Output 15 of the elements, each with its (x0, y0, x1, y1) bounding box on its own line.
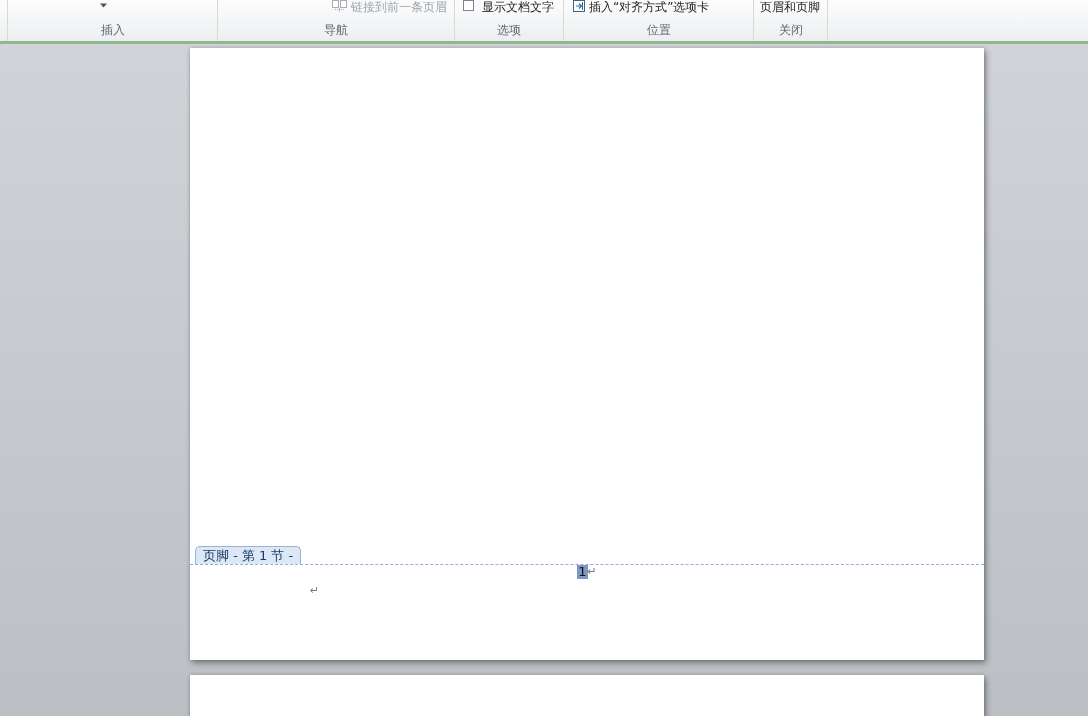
ribbon-button[interactable]: 页眉和页脚 (760, 0, 820, 14)
page-number: 1 (577, 565, 588, 579)
ribbon-checkbox[interactable]: 显示文档文字 (463, 0, 554, 14)
caret-icon[interactable] (100, 3, 107, 8)
group-label: 插入 (99, 22, 126, 39)
group-label: 关闭 (777, 22, 804, 39)
ribbon-button[interactable]: 插入“对齐方式”选项卡 (573, 0, 710, 14)
paragraph-mark: ↵ (310, 584, 320, 598)
group-label: 位置 (645, 22, 672, 39)
link-icon (332, 0, 347, 12)
group-label: 导航 (323, 22, 349, 39)
group-label: 选项 (496, 22, 522, 39)
checkbox-icon[interactable] (463, 0, 474, 11)
page-arrow-icon (573, 0, 585, 12)
paragraph-mark: ↵ (587, 565, 597, 579)
